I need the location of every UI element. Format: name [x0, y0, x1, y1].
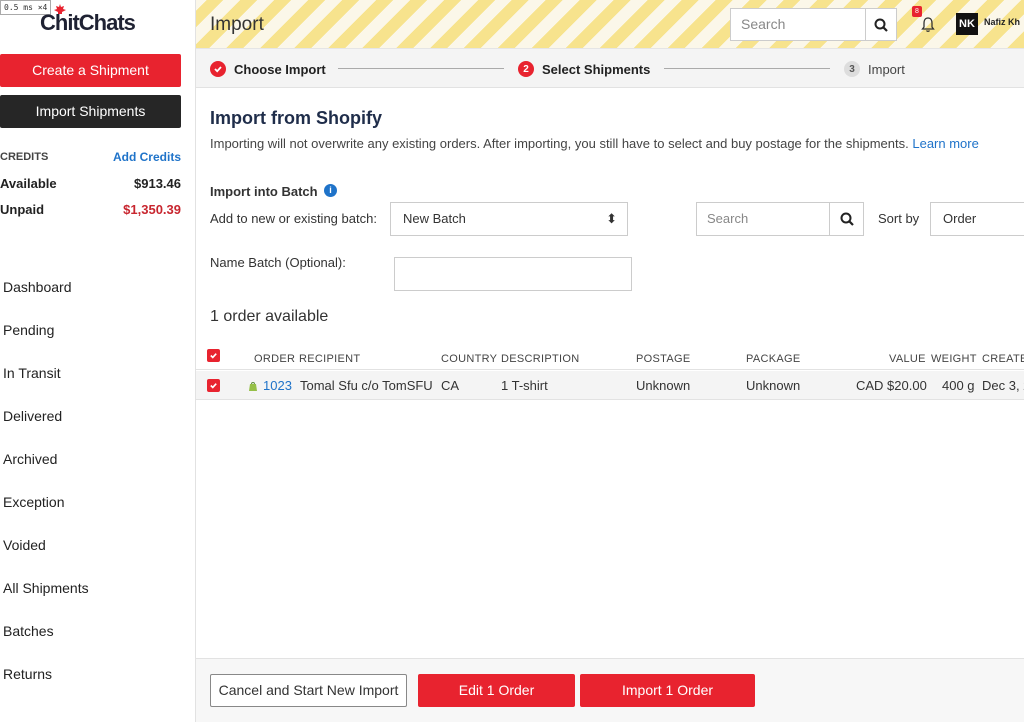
sidebar-item-delivered[interactable]: Delivered [0, 395, 196, 438]
step-label: Choose Import [234, 61, 326, 77]
import-order-button[interactable]: Import 1 Order [580, 674, 755, 707]
available-label: Available [0, 175, 57, 191]
order-search-button[interactable] [829, 202, 864, 236]
col-value[interactable]: VALUE [889, 353, 926, 365]
step-choose-import[interactable]: Choose Import [210, 61, 326, 77]
col-country[interactable]: COUNTRY [441, 353, 497, 365]
sort-select[interactable]: Order [930, 202, 1024, 236]
col-recipient[interactable]: RECIPIENT [299, 353, 360, 365]
batch-name-input[interactable] [394, 257, 632, 291]
step-divider [664, 68, 830, 69]
unpaid-value: $1,350.39 [123, 201, 181, 217]
action-footer: Cancel and Start New Import Edit 1 Order… [196, 658, 1024, 722]
avatar[interactable]: NK [956, 13, 978, 35]
step-number: 3 [844, 61, 860, 77]
user-name[interactable]: Nafiz Kh [984, 17, 1024, 27]
sidebar-item-returns[interactable]: Returns [0, 653, 196, 696]
sidebar-item-all-shipments[interactable]: All Shipments [0, 567, 196, 610]
create-shipment-button[interactable]: Create a Shipment [0, 54, 181, 87]
import-description: Importing will not overwrite any existin… [210, 136, 979, 151]
info-icon[interactable]: i [324, 184, 337, 197]
col-order[interactable]: ORDER [254, 353, 295, 365]
sidebar-item-in-transit[interactable]: In Transit [0, 352, 196, 395]
cancel-import-button[interactable]: Cancel and Start New Import [210, 674, 407, 707]
sidebar-item-archived[interactable]: Archived [0, 438, 196, 481]
sidebar-item-batches[interactable]: Batches [0, 610, 196, 653]
batch-select-value: New Batch [403, 211, 466, 226]
col-created[interactable]: CREATED [982, 353, 1024, 365]
shopify-bag-icon [249, 382, 257, 391]
learn-more-link[interactable]: Learn more [912, 136, 978, 151]
postage-cell: Unknown [636, 378, 691, 393]
credits-panel: CREDITS Add Credits Available $913.46 Un… [0, 150, 181, 222]
description-cell: 1 T-shirt [501, 378, 548, 393]
table-row[interactable]: 1023 Tomal Sfu c/o TomSFU CA 1 T-shirt U… [196, 371, 1024, 400]
chitchats-logo[interactable]: ChitChats [40, 4, 136, 36]
sort-label: Sort by [878, 211, 920, 226]
credits-heading: CREDITS [0, 151, 49, 163]
sort-select-value: Order [943, 211, 977, 226]
sidebar-nav: Dashboard Pending In Transit Delivered A… [0, 266, 196, 696]
import-shipments-button[interactable]: Import Shipments [0, 95, 181, 128]
package-cell: Unknown [746, 378, 801, 393]
sidebar-item-voided[interactable]: Voided [0, 524, 196, 567]
select-arrows-icon: ⬍ [606, 211, 617, 226]
sidebar-item-dashboard[interactable]: Dashboard [0, 266, 196, 309]
step-label: Select Shipments [542, 61, 651, 77]
order-search-input[interactable]: Search [696, 202, 829, 236]
import-batch-label: Import into Batch [210, 184, 318, 199]
step-divider [338, 68, 504, 69]
search-icon [874, 18, 888, 32]
orders-count: 1 order available [210, 308, 329, 325]
recipient-cell: Tomal Sfu c/o TomSFU [300, 378, 433, 393]
col-weight[interactable]: WEIGHT [931, 353, 977, 365]
step-number: 2 [518, 61, 534, 77]
row-checkbox[interactable] [207, 379, 220, 392]
batch-select[interactable]: New Batch ⬍ [390, 202, 628, 236]
sidebar-item-exception[interactable]: Exception [0, 481, 196, 524]
weight-cell: 400 g [942, 378, 975, 393]
bell-icon[interactable] [920, 16, 936, 34]
step-label: Import [868, 61, 905, 77]
created-cell: Dec 3, 2 [982, 378, 1024, 393]
select-all-checkbox[interactable] [207, 349, 220, 362]
step-import: 3 Import [844, 61, 905, 77]
col-postage[interactable]: POSTAGE [636, 353, 690, 365]
col-package[interactable]: PACKAGE [746, 353, 800, 365]
orders-table-header: ORDER RECIPIENT COUNTRY DESCRIPTION POST… [196, 346, 1024, 370]
global-search-input[interactable]: Search [730, 8, 865, 41]
edit-order-button[interactable]: Edit 1 Order [418, 674, 575, 707]
sidebar: 0.5 ms ×4 ChitChats Create a Shipment Im… [0, 0, 196, 722]
col-description[interactable]: DESCRIPTION [501, 353, 579, 365]
global-search-button[interactable] [865, 8, 897, 41]
page-title: Import [210, 14, 264, 35]
value-cell: CAD $20.00 [856, 378, 927, 393]
checkmark-icon [210, 61, 226, 77]
sidebar-item-pending[interactable]: Pending [0, 309, 196, 352]
maple-leaf-icon [54, 4, 66, 14]
add-batch-label: Add to new or existing batch: [210, 211, 377, 226]
name-batch-label: Name Batch (Optional): [210, 255, 346, 270]
import-title: Import from Shopify [210, 108, 382, 128]
search-icon [840, 212, 854, 226]
import-steps: Choose Import 2 Select Shipments 3 Impor… [196, 49, 1024, 88]
available-value: $913.46 [134, 175, 181, 191]
description-text: Importing will not overwrite any existin… [210, 136, 909, 151]
country-cell: CA [441, 378, 460, 393]
unpaid-label: Unpaid [0, 201, 45, 217]
order-number-link[interactable]: 1023 [263, 378, 292, 393]
step-select-shipments: 2 Select Shipments [518, 61, 650, 77]
top-header: Import Search 8 NK Nafiz Kh [196, 0, 1024, 49]
add-credits-link[interactable]: Add Credits [113, 150, 181, 164]
